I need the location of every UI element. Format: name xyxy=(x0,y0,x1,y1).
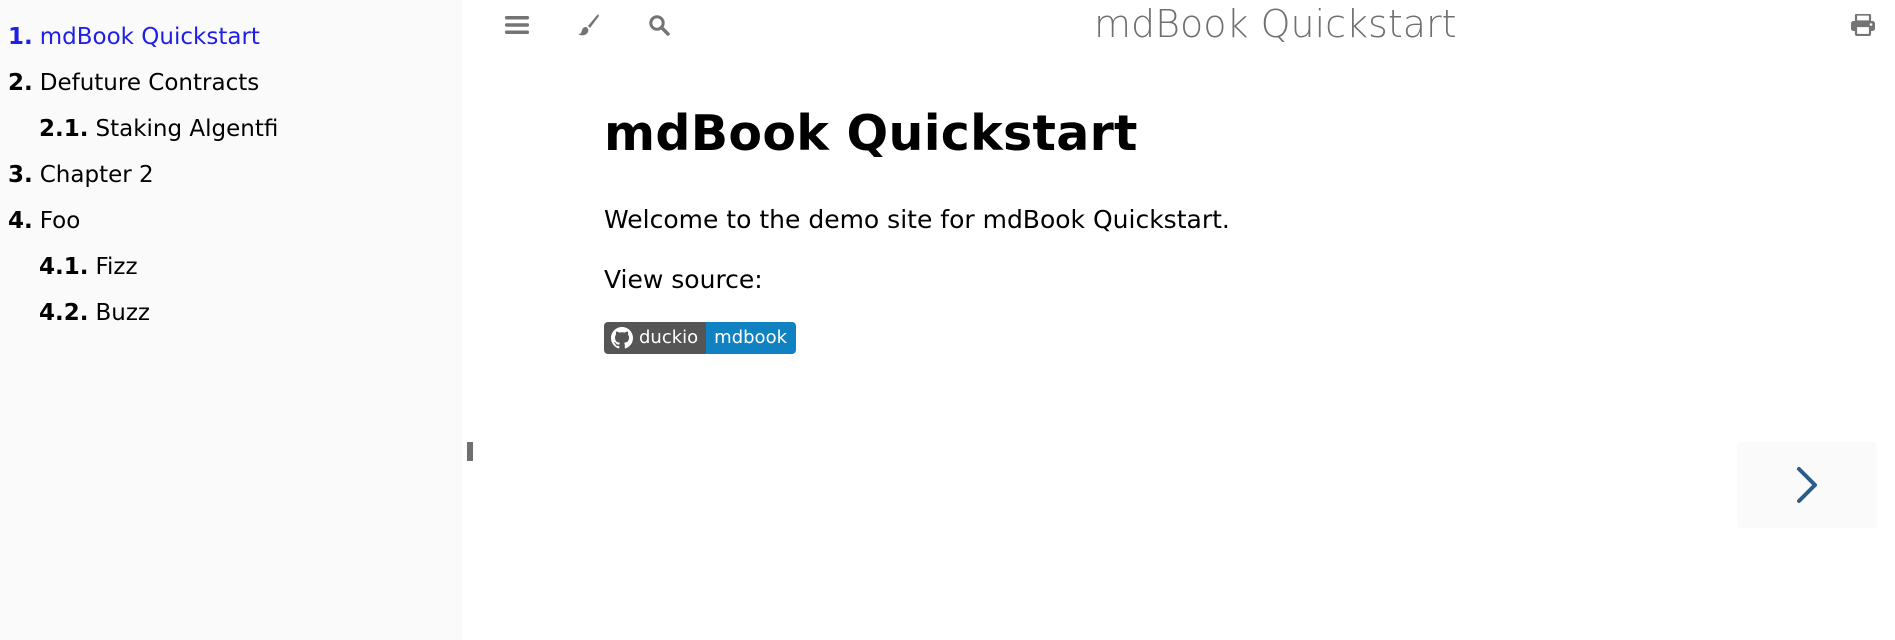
chapter-label: Staking Algentfi xyxy=(95,116,279,142)
badge-left-segment: duckio xyxy=(604,322,707,354)
chapter-number: 2.1. xyxy=(39,116,89,142)
github-source-badge[interactable]: duckio mdbook xyxy=(604,322,797,354)
chapter-number: 3. xyxy=(8,162,33,188)
page-title: mdBook Quickstart xyxy=(604,105,1138,162)
chapter-number: 4. xyxy=(8,208,33,234)
chevron-right-icon xyxy=(1797,467,1817,503)
sidebar-item-fizz[interactable]: 4.1. Fizz xyxy=(0,252,462,298)
table-of-contents: 1. mdBook Quickstart 2. Defuture Contrac… xyxy=(0,0,462,344)
sidebar-item-staking-algentfi[interactable]: 2.1. Staking Algentfi xyxy=(0,114,462,160)
chapter-number: 4.2. xyxy=(39,300,89,326)
github-icon xyxy=(611,327,633,349)
chapter-label: Defuture Contracts xyxy=(39,70,260,96)
chapter-label: mdBook Quickstart xyxy=(39,24,260,50)
paintbrush-icon[interactable] xyxy=(574,11,602,39)
sidebar: 1. mdBook Quickstart 2. Defuture Contrac… xyxy=(0,0,462,640)
sidebar-resize-handle[interactable] xyxy=(467,442,473,461)
chapter-label: Chapter 2 xyxy=(39,162,154,188)
chapter-label: Buzz xyxy=(95,300,150,326)
chapter-label: Foo xyxy=(39,208,81,234)
sidebar-item-mdbook-quickstart[interactable]: 1. mdBook Quickstart xyxy=(0,22,462,68)
main-content: mdBook Quickstart Welcome to the demo si… xyxy=(604,100,1704,354)
chapter-label: Fizz xyxy=(95,254,138,280)
sidebar-item-foo[interactable]: 4. Foo xyxy=(0,206,462,252)
next-chapter-button[interactable] xyxy=(1737,442,1877,528)
badge-right-text: mdbook xyxy=(706,322,797,354)
sidebar-item-buzz[interactable]: 4.2. Buzz xyxy=(0,298,462,344)
search-icon[interactable] xyxy=(645,11,673,39)
chapter-number: 2. xyxy=(8,70,33,96)
menu-title: mdBook Quickstart xyxy=(1094,2,1457,46)
hamburger-icon[interactable] xyxy=(503,11,531,39)
welcome-paragraph: Welcome to the demo site for mdBook Quic… xyxy=(604,205,1230,234)
sidebar-item-defuture-contracts[interactable]: 2. Defuture Contracts xyxy=(0,68,462,114)
badge-left-text: duckio xyxy=(639,327,699,348)
chapter-number: 1. xyxy=(8,24,33,50)
menu-bar: mdBook Quickstart xyxy=(462,0,1895,50)
view-source-paragraph: View source: xyxy=(604,265,763,294)
sidebar-item-chapter-2[interactable]: 3. Chapter 2 xyxy=(0,160,462,206)
print-icon[interactable] xyxy=(1849,11,1877,39)
chapter-number: 4.1. xyxy=(39,254,89,280)
